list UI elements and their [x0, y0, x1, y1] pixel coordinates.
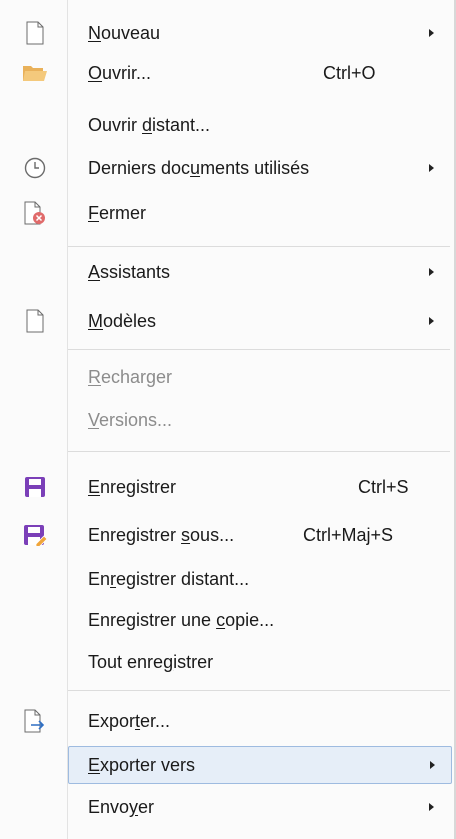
menu-item-label: Modèles	[88, 311, 157, 331]
menu-item-envoyer[interactable]: Envoyer	[0, 787, 452, 827]
menu-item-label: Fermer	[88, 203, 147, 223]
menu-item-label: Exporter...	[88, 711, 171, 731]
menu-item-label: Enregistrer	[88, 477, 177, 497]
menu-item-label: Ouvrir distant...	[88, 115, 211, 135]
save-as-icon	[22, 522, 48, 548]
submenu-arrow-icon	[429, 317, 434, 325]
menu-item-label: Versions...	[88, 410, 173, 430]
menu-item-enregistrer-sous[interactable]: Enregistrer sous... Ctrl+Maj+S	[0, 515, 452, 555]
menu-item-tout-enregistrer[interactable]: Tout enregistrer	[0, 642, 452, 682]
menu-item-ouvrir[interactable]: Ouvrir... Ctrl+O	[0, 53, 452, 93]
menu-item-label: Ouvrir...	[88, 63, 152, 83]
menu-item-recharger: Recharger	[0, 357, 452, 397]
menu-separator	[68, 451, 450, 452]
submenu-arrow-icon	[429, 268, 434, 276]
menu-item-label: Enregistrer sous...	[88, 525, 235, 545]
menu-separator	[68, 349, 450, 350]
menu-item-fermer[interactable]: Fermer	[0, 193, 452, 233]
menu-item-shortcut: Ctrl+Maj+S	[303, 525, 394, 545]
menu-item-label: Nouveau	[88, 23, 161, 43]
menu-item-label: Enregistrer distant...	[88, 569, 250, 589]
menu-item-label: Derniers documents utilisés	[88, 158, 310, 178]
menu-item-enregistrer[interactable]: Enregistrer Ctrl+S	[0, 467, 452, 507]
menu-item-shortcut: Ctrl+S	[358, 477, 409, 497]
export-icon	[22, 708, 48, 734]
menu-item-derniers-documents[interactable]: Derniers documents utilisés	[0, 148, 452, 188]
submenu-arrow-icon	[429, 29, 434, 37]
menu-separator	[68, 690, 450, 691]
menu-item-label: Exporter vers	[88, 755, 196, 775]
menu-item-shortcut: Ctrl+O	[323, 63, 376, 83]
new-document-icon	[22, 20, 48, 46]
menu-item-label: Envoyer	[88, 797, 155, 817]
menu-item-label: Enregistrer une copie...	[88, 610, 275, 630]
open-folder-icon	[22, 60, 48, 86]
submenu-arrow-icon	[430, 761, 435, 769]
clock-icon	[22, 155, 48, 181]
submenu-arrow-icon	[429, 803, 434, 811]
menu-item-nouveau[interactable]: Nouveau	[0, 13, 452, 53]
close-document-icon	[22, 200, 48, 226]
menu-item-exporter[interactable]: Exporter...	[0, 701, 452, 741]
menu-item-assistants[interactable]: Assistants	[0, 252, 452, 292]
menu-item-enregistrer-distant[interactable]: Enregistrer distant...	[0, 559, 452, 599]
menu-item-exporter-vers[interactable]: Exporter vers	[68, 746, 452, 784]
templates-document-icon	[22, 308, 48, 334]
menu-item-versions: Versions...	[0, 400, 452, 440]
submenu-arrow-icon	[429, 164, 434, 172]
save-icon	[22, 474, 48, 500]
menu-item-enregistrer-copie[interactable]: Enregistrer une copie...	[0, 600, 452, 640]
menu-item-label: Tout enregistrer	[88, 652, 214, 672]
menu-item-label: Assistants	[88, 262, 171, 282]
menu-item-label: Recharger	[88, 367, 173, 387]
file-menu: Nouveau Ouvrir... Ctrl+O Ouvrir distant.…	[0, 0, 456, 839]
menu-item-ouvrir-distant[interactable]: Ouvrir distant...	[0, 105, 452, 145]
menu-separator	[68, 246, 450, 247]
menu-item-modeles[interactable]: Modèles	[0, 301, 452, 341]
